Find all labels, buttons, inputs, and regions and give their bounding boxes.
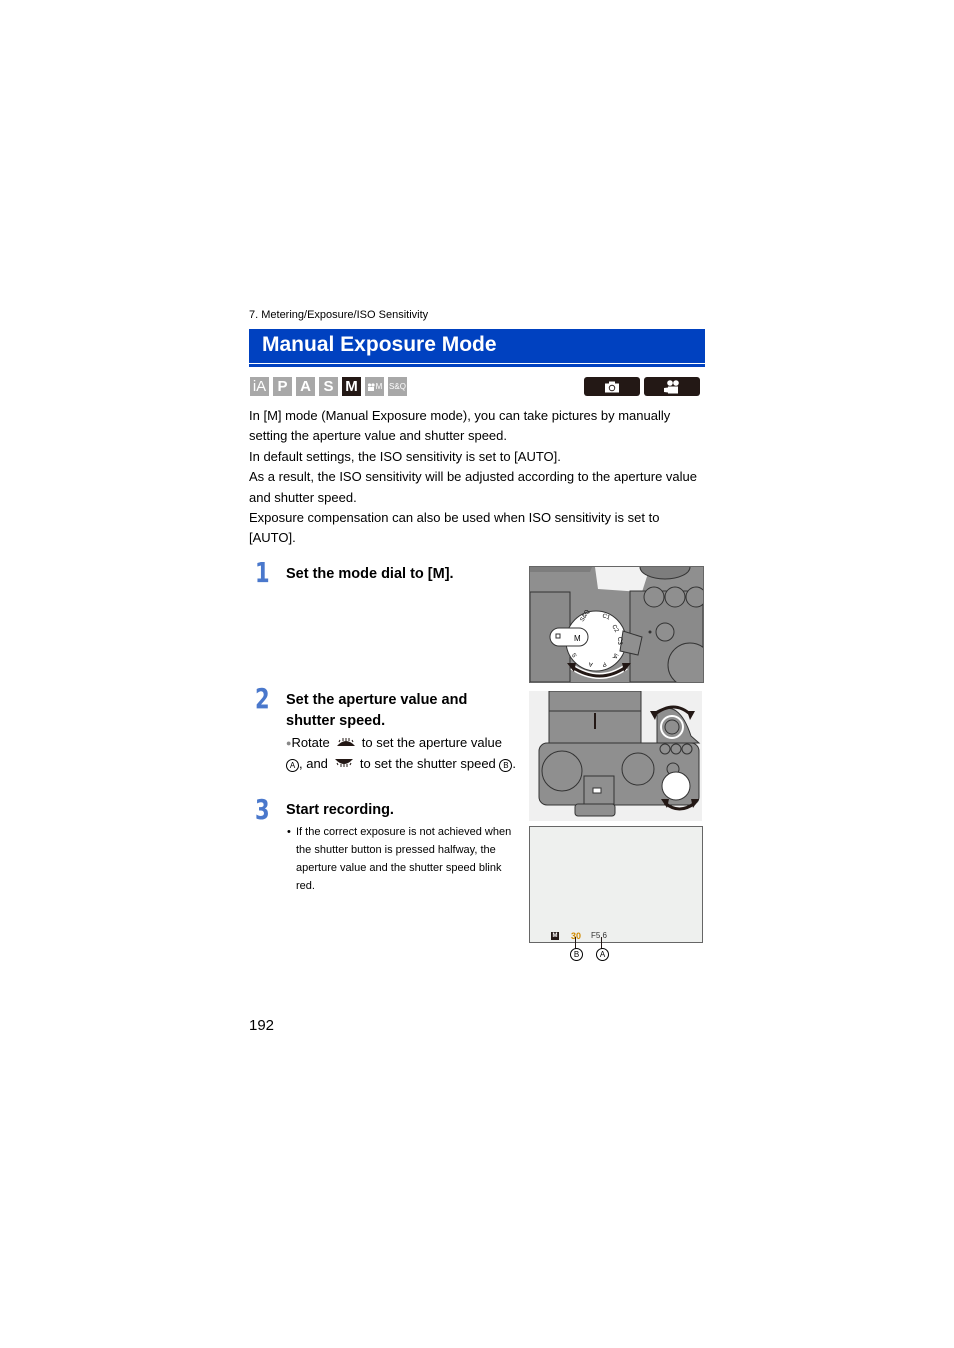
screen-shutter-speed: 30 [571,931,582,941]
bullet-rotate-text: Rotate [291,735,330,750]
intro-paragraph: In default settings, the ISO sensitivity… [249,448,561,464]
step-3-title: Start recording. [286,802,394,818]
page-title-bar: Manual Exposure Mode [249,329,705,363]
screen-figure: M 30 F5.6 [529,826,703,943]
breadcrumb: 7. Metering/Exposure/ISO Sensitivity [249,309,429,321]
recording-types [584,377,700,396]
figure-callout-b: B [570,948,583,961]
note-bullet: • [287,826,291,838]
video-badge [644,377,700,396]
callout-marker-a: A [286,758,299,772]
photo-badge [584,377,640,396]
bullet-shutter-text: to set the shutter speed [359,755,496,771]
step-2-title: Set the aperture value and shutter speed… [286,692,468,729]
dial-label-m: M [574,634,581,643]
step-3-note-text: If the correct exposure is not achieved … [296,826,512,892]
title-underline [249,364,705,367]
screen-aperture: F5.6 [591,931,608,940]
page-number: 192 [249,1017,275,1034]
svg-text:C3: C3 [616,637,622,645]
figure-callout-a: A [596,948,609,961]
camera-top-illustration [529,691,702,821]
mode-icon-movie-m: M [365,377,384,396]
step-number-1: 1 [255,556,270,589]
bullet-end: . [512,755,517,771]
mode-dial-illustration: M S&Q C1 C2 C3 iA P A S [530,567,703,682]
movie-camera-icon [367,382,375,391]
front-dial-icon [336,738,355,746]
mode-icon-m: M [342,377,361,396]
camera-top-figure [529,691,702,821]
applicable-modes: iA P A S M M S&Q [250,377,407,396]
mode-icon-movie-m-label: M [375,382,383,391]
intro-text: In [M] mode (Manual Exposure mode), you … [249,406,709,549]
video-camera-icon [664,379,679,393]
rear-dial-icon [334,758,353,767]
step-number-3: 3 [255,793,270,826]
intro-paragraph: As a result, the ISO sensitivity will be… [249,469,698,505]
photo-camera-icon [605,381,619,392]
mode-icon-p: P [273,377,292,396]
intro-paragraph: Exposure compensation can also be used w… [249,510,660,546]
page-title: Manual Exposure Mode [262,333,497,356]
screen-mode-indicator: M [551,932,559,940]
bullet-aperture-text: to set the aperture value [361,735,502,750]
mode-icon-s: S [319,377,338,396]
step-3-note: • If the correct exposure is not achieve… [287,823,518,895]
step-1-title: Set the mode dial to [M]. [286,566,454,582]
mode-dial-figure: M S&Q C1 C2 C3 iA P A S [529,566,704,683]
intro-paragraph: In [M] mode (Manual Exposure mode), you … [249,408,671,444]
callout-marker-b: B [499,758,513,772]
bullet-and-text: , and [299,755,328,771]
step-number-2: 2 [255,682,270,715]
step-2-bullet: ●Rotate to set the aperture value A, and t… [286,733,518,774]
mode-icon-a: A [296,377,315,396]
mode-icon-ia: iA [250,377,269,396]
mode-icon-sq: S&Q [388,377,407,396]
